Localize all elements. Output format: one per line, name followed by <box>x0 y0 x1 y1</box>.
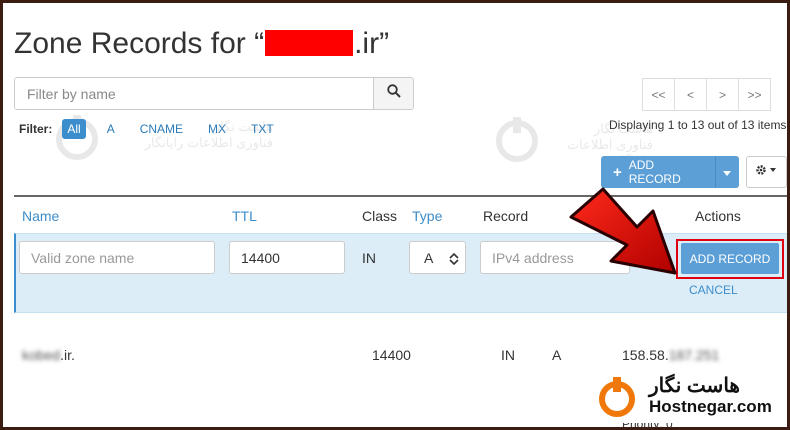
zone-name-input[interactable] <box>19 241 215 274</box>
filter-pill-cname[interactable]: CNAME <box>135 119 188 139</box>
column-header-ttl[interactable]: TTL <box>232 208 257 224</box>
settings-button[interactable] <box>745 156 787 188</box>
pager-status: Displaying 1 to 13 out of 13 items <box>609 118 787 132</box>
class-value: IN <box>362 250 376 266</box>
column-header-type[interactable]: Type <box>412 208 442 224</box>
cancel-link[interactable]: CANCEL <box>689 283 738 297</box>
watermark-logo <box>493 115 541 168</box>
record-name: kobed.ir. <box>22 347 75 363</box>
type-select[interactable]: A <box>409 241 466 274</box>
filter-pill-mx[interactable]: MX <box>203 119 231 139</box>
redacted-ip: 187.251 <box>668 347 720 363</box>
filter-input[interactable] <box>15 78 373 109</box>
pagination: << < > >> <box>642 78 771 111</box>
pager-first-button[interactable]: << <box>642 78 675 111</box>
filter-type-bar: Filter: All A CNAME MX TXT <box>19 119 294 139</box>
column-header-actions: Actions <box>695 208 741 224</box>
filter-pill-a[interactable]: A <box>102 119 120 139</box>
brand-badge: هاست نگار Hostnegar.com <box>543 367 787 423</box>
page-title-suffix: .ir” <box>354 27 390 60</box>
red-arrow-annotation <box>563 179 683 294</box>
zone-editor-window: Zone Records for “.ir” هاست نگار فناوری ا… <box>3 3 787 427</box>
record-ttl: 14400 <box>372 347 411 363</box>
column-header-record: Record <box>483 208 529 224</box>
record-value: 158.58.187.251 <box>622 347 720 363</box>
filter-label: Filter: <box>19 122 53 136</box>
brand-name-en: Hostnegar.com <box>649 397 772 416</box>
search-icon <box>386 84 401 103</box>
record-type: A <box>552 347 562 363</box>
page-title: Zone Records for “ .ir” <box>14 27 389 61</box>
column-header-class: Class <box>362 208 398 224</box>
redacted-domain <box>265 30 354 56</box>
add-record-dropdown[interactable] <box>714 156 739 188</box>
column-header-name[interactable]: Name <box>22 208 59 224</box>
chevron-updown-icon <box>449 252 459 268</box>
search-button[interactable] <box>373 78 413 109</box>
filter-pill-txt[interactable]: TXT <box>246 119 279 139</box>
filter-search-box <box>14 77 414 110</box>
plus-icon: + <box>613 163 622 181</box>
filter-pill-all[interactable]: All <box>62 119 86 139</box>
brand-name-fa: هاست نگار <box>649 375 740 397</box>
caret-down-icon <box>723 163 732 181</box>
row-add-record-button[interactable]: ADD RECORD <box>681 243 779 274</box>
pager-next-button[interactable]: > <box>706 78 739 111</box>
pager-prev-button[interactable]: < <box>674 78 707 111</box>
hostnegar-logo-icon <box>595 375 639 424</box>
gear-icon <box>755 163 777 181</box>
type-select-value: A <box>424 249 434 266</box>
redacted-name: kobed <box>22 347 61 363</box>
pager-last-button[interactable]: >> <box>738 78 771 111</box>
page-title-prefix: Zone Records for “ <box>14 27 265 60</box>
ttl-input[interactable] <box>229 241 345 274</box>
record-class: IN <box>501 347 515 363</box>
